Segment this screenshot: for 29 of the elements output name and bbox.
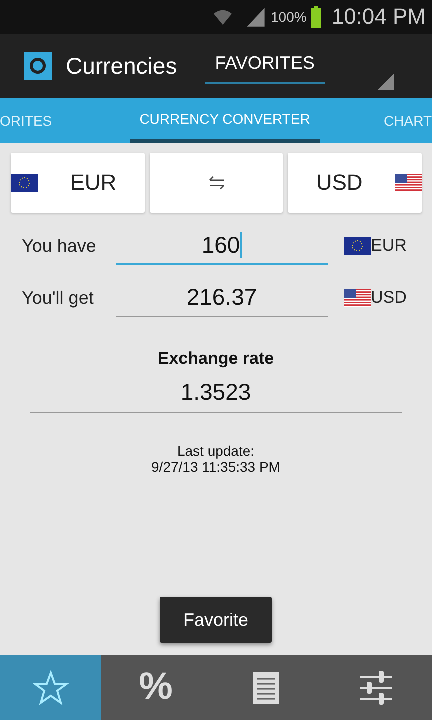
amount-label: You have [22, 236, 98, 256]
currency-code: USD [371, 288, 407, 308]
exchange-rate-field: 1.3523 [30, 369, 402, 413]
toast: Favorite [160, 597, 272, 643]
star-icon [32, 670, 68, 706]
navigation-spinner[interactable]: FAVORITES [205, 48, 326, 84]
flag-icon [395, 174, 422, 192]
swap-icon [208, 176, 226, 190]
last-update-time: 9/27/13 11:35:33 PM [152, 459, 280, 475]
battery-icon [310, 6, 322, 28]
battery-percent: 100% [271, 9, 307, 25]
star-button[interactable] [0, 655, 101, 720]
last-update-label: Last update: [177, 443, 255, 459]
exchange-rate-heading: Exchange rate [158, 349, 274, 369]
signal-icon [245, 6, 268, 28]
amount-label: You'll get [22, 288, 95, 308]
flag-icon [11, 174, 38, 192]
app-title: Currencies [66, 52, 178, 80]
clock: 10:04 PM [332, 4, 426, 30]
to-currency-button[interactable]: USD [288, 153, 422, 213]
currency-code: EUR [371, 236, 407, 256]
flag-icon [344, 289, 371, 307]
amount-field[interactable]: 160 [116, 227, 328, 265]
sliders-icon [358, 670, 394, 706]
amount-field[interactable]: 216.37 [116, 279, 328, 317]
dropdown-corner-icon [378, 74, 394, 90]
flag-icon [344, 237, 371, 255]
from-currency-button[interactable]: EUR [11, 153, 145, 213]
document-icon [253, 672, 279, 704]
